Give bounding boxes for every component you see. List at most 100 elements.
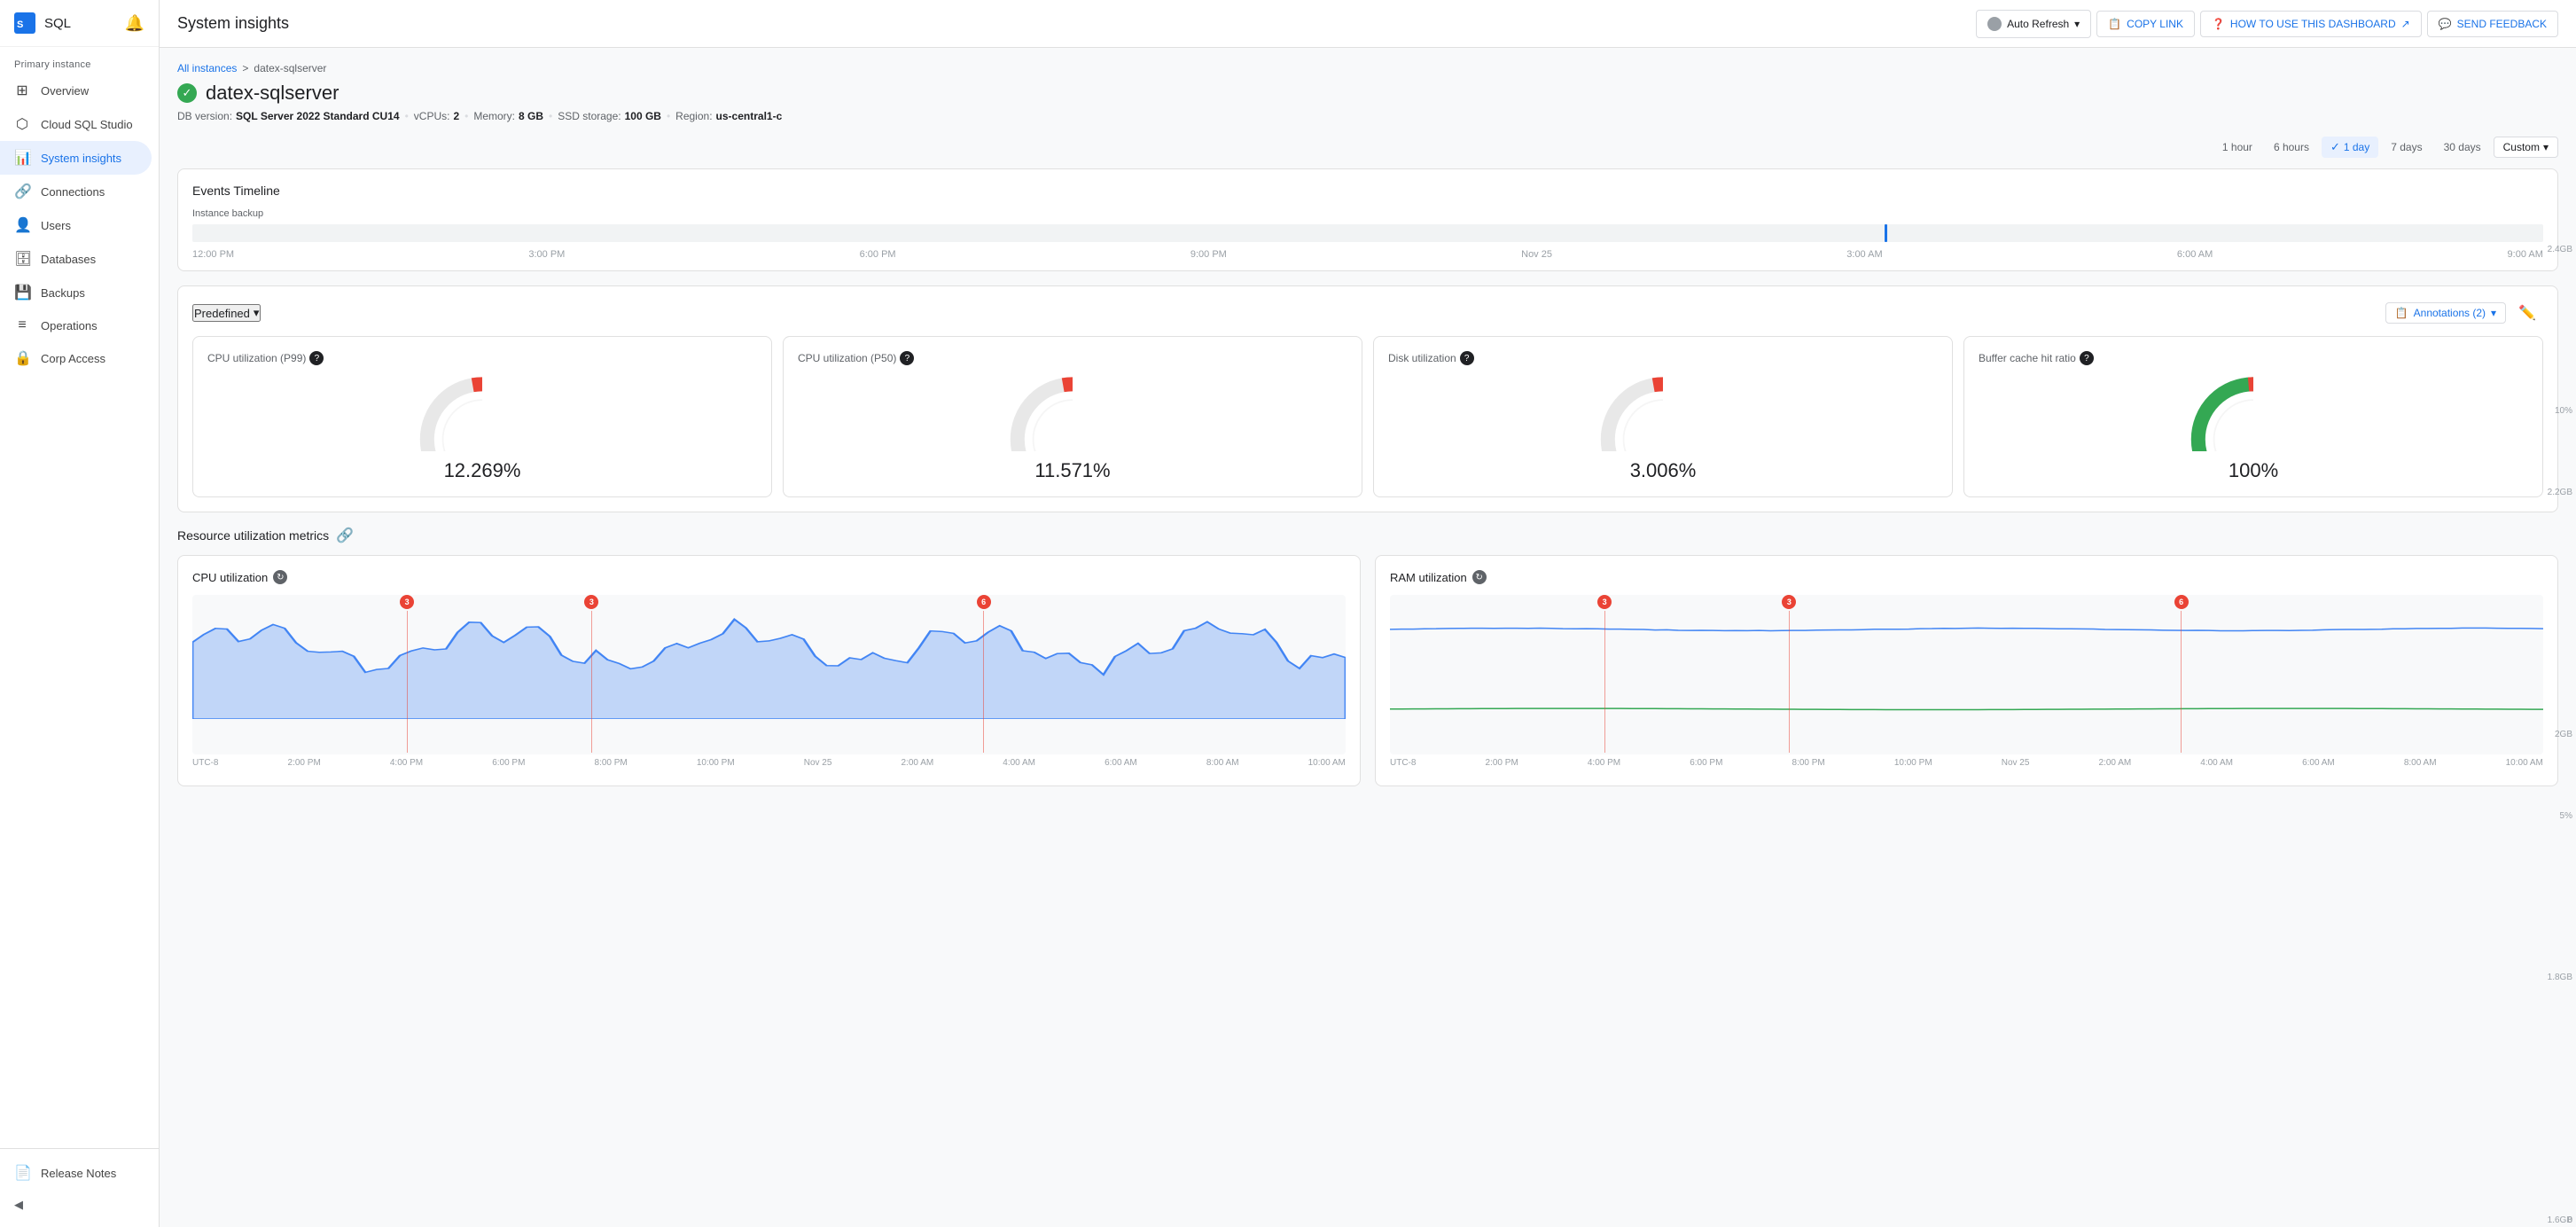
help-icon-cpu-p99[interactable]: ? xyxy=(309,351,324,365)
sidebar-collapse-button[interactable]: ◀ xyxy=(0,1190,159,1220)
chart-card-ram-util: RAM utilization ↻ 3 3 6 xyxy=(1375,555,2558,786)
gauge-title-buffer-cache: Buffer cache hit ratio ? xyxy=(1979,351,2528,365)
sidebar-item-connections[interactable]: 🔗 Connections xyxy=(0,175,152,208)
y-axis-label: 2GB xyxy=(2555,730,2572,739)
sidebar-item-release-notes[interactable]: 📄 Release Notes xyxy=(0,1156,152,1190)
x-axis-label: 10:00 AM xyxy=(2506,758,2543,768)
sidebar-item-cloud-sql-studio[interactable]: ⬡ Cloud SQL Studio xyxy=(0,107,152,141)
x-axis-label: 6:00 AM xyxy=(1105,758,1137,768)
databases-icon: 🗄 xyxy=(14,250,30,268)
event-label: Instance backup xyxy=(192,208,2543,219)
backups-icon: 💾 xyxy=(14,284,30,301)
sidebar-header: S SQL 🔔 xyxy=(0,0,159,47)
sidebar-item-backups[interactable]: 💾 Backups xyxy=(0,276,152,309)
chart-with-yaxis: 3 3 6 UTC-8 2:00 xyxy=(1390,595,2543,771)
chart-info-icon-ram-util[interactable]: ↻ xyxy=(1472,570,1487,584)
gauge-card-disk-util: Disk utilization ? 3.006% xyxy=(1373,336,1953,497)
predefined-chevron-icon: ▾ xyxy=(254,306,260,320)
resource-title: Resource utilization metrics xyxy=(177,528,329,543)
memory-item: Memory: 8 GB xyxy=(473,110,543,122)
time-btn-30days[interactable]: 30 days xyxy=(2435,137,2490,157)
alert-line xyxy=(407,611,408,753)
breadcrumb-all-instances[interactable]: All instances xyxy=(177,62,237,74)
alert-marker: 3 xyxy=(1597,595,1612,753)
time-btn-1day[interactable]: ✓ 1 day xyxy=(2322,137,2378,158)
alert-marker: 3 xyxy=(400,595,414,753)
chart-card-cpu-util: CPU utilization ↻ 3 3 6 xyxy=(177,555,1361,786)
alert-marker: 6 xyxy=(977,595,991,753)
help-icon-disk-util[interactable]: ? xyxy=(1460,351,1474,365)
feedback-icon: 💬 xyxy=(2439,18,2452,30)
auto-refresh-icon xyxy=(1987,17,2002,31)
sidebar-app-title: SQL xyxy=(44,16,71,31)
timeline-label-7: 9:00 AM xyxy=(2508,249,2543,260)
collapse-icon: ◀ xyxy=(14,1198,23,1212)
sidebar-item-users[interactable]: 👤 Users xyxy=(0,208,152,242)
time-btn-6hours[interactable]: 6 hours xyxy=(2265,137,2318,157)
resource-link-icon[interactable]: 🔗 xyxy=(336,527,354,544)
x-axis-label: 6:00 PM xyxy=(492,758,525,768)
y-axis-label: 1.6GB xyxy=(2548,1215,2572,1225)
send-feedback-label: SEND FEEDBACK xyxy=(2457,18,2547,30)
sidebar-section-label: Primary instance xyxy=(0,54,159,74)
region-label: Region: xyxy=(675,110,712,122)
sidebar-item-system-insights[interactable]: 📊 System insights xyxy=(0,141,152,175)
gauge-value-buffer-cache: 100% xyxy=(1979,459,2528,482)
auto-refresh-button[interactable]: Auto Refresh ▾ xyxy=(1976,10,2091,38)
copy-link-button[interactable]: 📋 COPY LINK xyxy=(2096,11,2195,37)
sidebar-section-primary: Primary instance ⊞ Overview ⬡ Cloud SQL … xyxy=(0,47,159,379)
gauge-visual-buffer-cache xyxy=(2182,372,2324,452)
annotations-label: Annotations (2) xyxy=(2414,307,2486,319)
chart-area-container: 3 3 6 UTC-8 2:00 PM xyxy=(192,595,1346,771)
sidebar-item-label-connections: Connections xyxy=(41,185,105,199)
sidebar-item-operations[interactable]: ≡ Operations xyxy=(0,309,152,341)
timeline-label-5: 3:00 AM xyxy=(1846,249,1882,260)
alert-badge: 3 xyxy=(400,595,414,609)
instance-name: datex-sqlserver xyxy=(206,82,339,105)
x-axis-label: 4:00 AM xyxy=(1003,758,1035,768)
chart-info-icon-cpu-util[interactable]: ↻ xyxy=(273,570,287,584)
edit-button[interactable]: ✏️ xyxy=(2511,301,2543,325)
chart-x-axis-ram-util: UTC-8 2:00 PM 4:00 PM 6:00 PM 8:00 PM 10… xyxy=(1390,754,2543,771)
help-icon-buffer-cache[interactable]: ? xyxy=(2080,351,2094,365)
predefined-label: Predefined xyxy=(194,307,250,320)
gauge-card-cpu-p50: CPU utilization (P50) ? 11.571% xyxy=(783,336,1362,497)
custom-label: Custom xyxy=(2503,141,2540,153)
db-version-label: DB version: xyxy=(177,110,232,122)
gauges-grid: CPU utilization (P99) ? 12.269% CPU util… xyxy=(192,336,2543,497)
sidebar-item-corp-access[interactable]: 🔒 Corp Access xyxy=(0,341,152,375)
svg-text:S: S xyxy=(17,20,23,30)
alert-line xyxy=(983,611,984,753)
help-icon-cpu-p50[interactable]: ? xyxy=(900,351,914,365)
predefined-button[interactable]: Predefined ▾ xyxy=(192,304,261,322)
alert-marker: 3 xyxy=(1782,595,1796,753)
edit-icon: ✏️ xyxy=(2518,306,2536,321)
x-axis-label: 4:00 PM xyxy=(390,758,423,768)
time-btn-1hour[interactable]: 1 hour xyxy=(2213,137,2261,157)
time-btn-7days[interactable]: 7 days xyxy=(2382,137,2431,157)
topbar-actions: Auto Refresh ▾ 📋 COPY LINK ❓ HOW TO USE … xyxy=(1976,10,2558,38)
chart-x-axis-cpu-util: UTC-8 2:00 PM 4:00 PM 6:00 PM 8:00 PM 10… xyxy=(192,754,1346,771)
operations-icon: ≡ xyxy=(14,317,30,333)
db-version-value: SQL Server 2022 Standard CU14 xyxy=(236,110,400,122)
events-title: Events Timeline xyxy=(192,184,2543,198)
breadcrumb-current: datex-sqlserver xyxy=(254,62,326,74)
connections-icon: 🔗 xyxy=(14,183,30,200)
notification-bell-icon[interactable]: 🔔 xyxy=(125,14,144,33)
gauge-value-disk-util: 3.006% xyxy=(1388,459,1938,482)
sidebar: S SQL 🔔 Primary instance ⊞ Overview ⬡ Cl… xyxy=(0,0,160,1227)
annotations-button[interactable]: 📋 Annotations (2) ▾ xyxy=(2385,302,2506,324)
chart-title-cpu-util: CPU utilization ↻ xyxy=(192,570,1346,584)
region-value: us-central1-c xyxy=(716,110,783,122)
sidebar-item-overview[interactable]: ⊞ Overview xyxy=(0,74,152,107)
x-axis-label: 2:00 AM xyxy=(902,758,934,768)
sidebar-item-databases[interactable]: 🗄 Databases xyxy=(0,242,152,276)
how-to-button[interactable]: ❓ HOW TO USE THIS DASHBOARD ↗ xyxy=(2200,11,2422,37)
alert-marker: 3 xyxy=(584,595,598,753)
sidebar-item-label-backups: Backups xyxy=(41,286,85,300)
alert-badge: 3 xyxy=(1597,595,1612,609)
x-axis-label: 4:00 AM xyxy=(2200,758,2233,768)
chart-y-axis-ram-util: 2.6GB 2.4GB 2.2GB 2GB 1.8GB 1.6GB xyxy=(2544,0,2576,1227)
send-feedback-button[interactable]: 💬 SEND FEEDBACK xyxy=(2427,11,2558,37)
sidebar-item-label-system-insights: System insights xyxy=(41,152,121,165)
